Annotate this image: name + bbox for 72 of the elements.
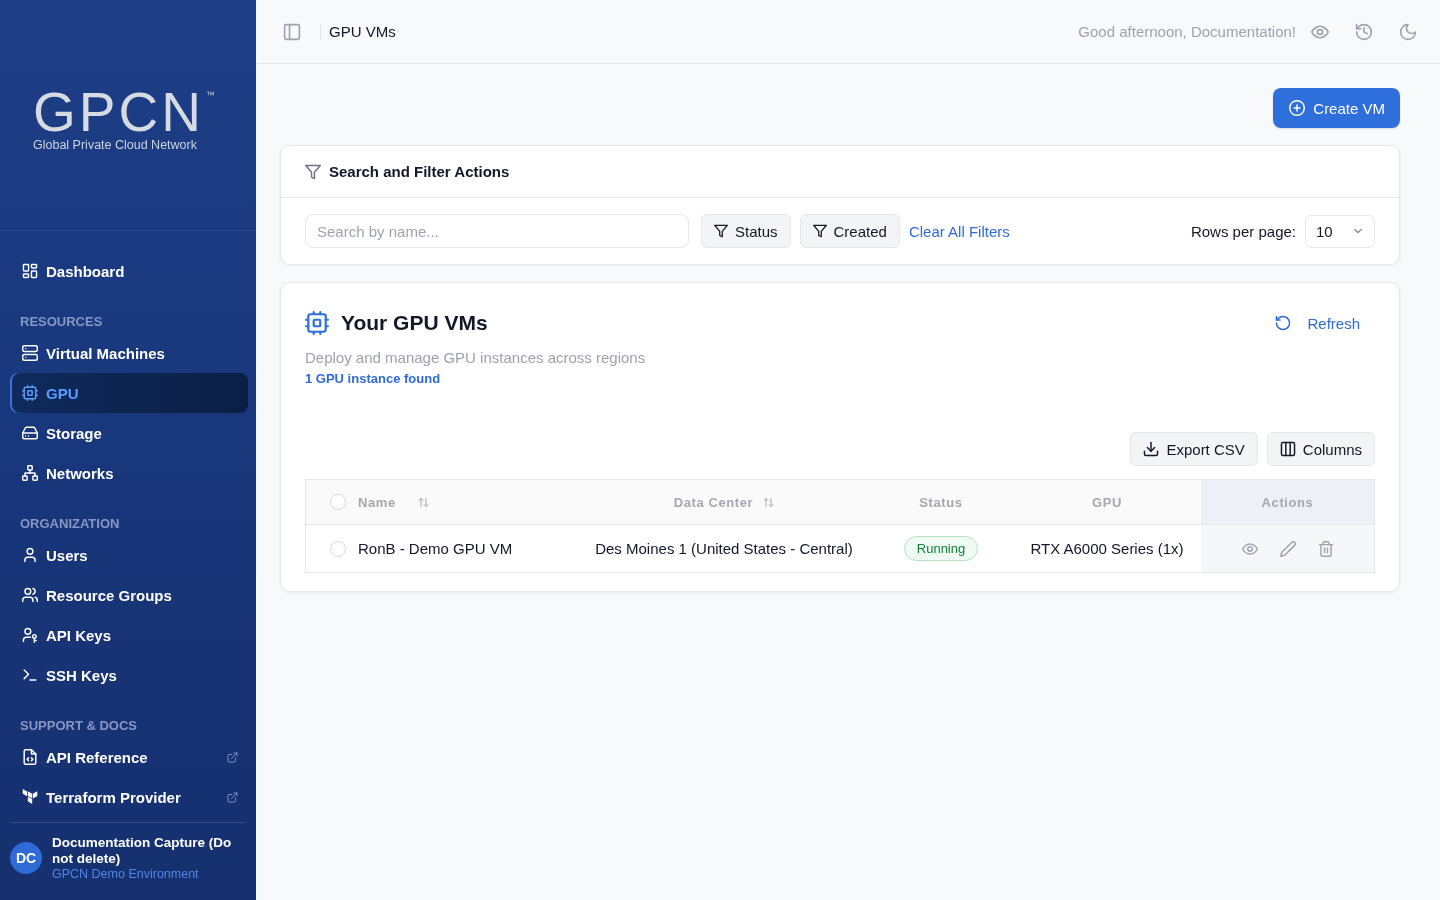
- user-environment: GPCN Demo Environment: [52, 866, 199, 882]
- trademark-symbol: ™: [205, 90, 215, 100]
- code-file-icon: [22, 749, 38, 765]
- section-heading: SUPPORT & DOCS: [19, 717, 138, 735]
- instance-count: 1 GPU instance found: [305, 371, 442, 387]
- section-heading: RESOURCES: [19, 313, 104, 331]
- logo-tagline: Global Private Cloud Network: [33, 138, 197, 152]
- nav-item[interactable]: SSH Keys: [10, 655, 248, 695]
- search-field[interactable]: Search by name...: [305, 214, 689, 248]
- moon-icon: [1399, 22, 1417, 41]
- columns-button[interactable]: Columns: [1266, 432, 1375, 466]
- logo-wordmark: GPCN: [33, 88, 204, 136]
- user-icon: [22, 547, 38, 563]
- table-cell: RonB - Demo GPU VM: [358, 540, 513, 557]
- hard-drive-icon: [22, 425, 38, 441]
- nav-item[interactable]: GPU: [10, 373, 248, 413]
- nav-item[interactable]: Users: [10, 535, 248, 575]
- server-icon: [22, 345, 38, 361]
- history-icon: [1355, 22, 1373, 41]
- grid-icon: [22, 263, 38, 279]
- users-icon: [22, 587, 38, 603]
- blocks-icon: [22, 789, 38, 805]
- row-checkbox[interactable]: [330, 540, 346, 557]
- nav-item[interactable]: API Reference: [10, 737, 248, 777]
- column-header: Status: [919, 494, 963, 510]
- status-badge: Running: [903, 536, 979, 561]
- column-header: Actions: [1201, 480, 1374, 524]
- filter-icon: [714, 224, 728, 238]
- column-header: Name: [358, 494, 396, 510]
- network-icon: [22, 465, 38, 481]
- create-vm-button[interactable]: Create VM: [1273, 88, 1400, 128]
- terminal-icon: [22, 667, 38, 683]
- nav-item[interactable]: Virtual Machines: [10, 333, 248, 373]
- eye-icon: [1241, 540, 1258, 557]
- plus-circle-icon: [1289, 100, 1306, 116]
- table-cell: Des Moines 1 (United States - Central): [595, 540, 853, 557]
- pencil-icon: [1279, 540, 1296, 557]
- chip-icon: [22, 385, 38, 401]
- nav-item[interactable]: Networks: [10, 453, 248, 493]
- filter-icon: [305, 163, 321, 180]
- rows-per-page-label: Rows per page:: [1190, 222, 1296, 240]
- column-header: GPU: [1092, 494, 1122, 510]
- nav-item[interactable]: Resource Groups: [10, 575, 248, 615]
- filter-icon: [812, 224, 827, 238]
- column-header: Data Center: [673, 494, 754, 510]
- export-csv-button[interactable]: Export CSV: [1130, 432, 1258, 466]
- card-title: Your GPU VMs: [341, 311, 488, 335]
- user-name: Documentation Capture (Do not delete): [52, 834, 233, 867]
- download-icon: [1143, 441, 1160, 457]
- columns-icon: [1279, 441, 1296, 457]
- filter-button[interactable]: Created: [799, 214, 900, 248]
- trash-icon: [1317, 540, 1334, 557]
- clear-filters-link[interactable]: Clear All Filters: [908, 222, 1010, 240]
- card-subtitle: Deploy and manage GPU instances across regions: [305, 349, 647, 367]
- nav-item[interactable]: Storage: [10, 413, 248, 453]
- refresh-button[interactable]: Refresh: [1267, 308, 1375, 338]
- greeting-text: Good afternoon, Documentation!: [1078, 23, 1296, 40]
- card-title: Search and Filter Actions: [329, 163, 510, 180]
- user-avatar: DC: [10, 842, 42, 874]
- rows-per-page-select[interactable]: 10: [1305, 214, 1375, 248]
- panel-icon: [283, 22, 301, 41]
- filter-button[interactable]: Status: [701, 214, 791, 248]
- table-cell: RTX A6000 Series (1x): [1030, 540, 1184, 557]
- chip-icon: [305, 311, 329, 335]
- user-key-icon: [22, 627, 38, 643]
- nav-item[interactable]: Dashboard: [10, 251, 248, 291]
- refresh-icon: [1275, 315, 1292, 331]
- nav-item[interactable]: Terraform Provider: [10, 777, 248, 817]
- section-heading: ORGANIZATION: [19, 515, 121, 533]
- page-title: GPU VMs: [329, 23, 396, 40]
- select-all-checkbox[interactable]: [330, 494, 346, 510]
- nav-item[interactable]: API Keys: [10, 615, 248, 655]
